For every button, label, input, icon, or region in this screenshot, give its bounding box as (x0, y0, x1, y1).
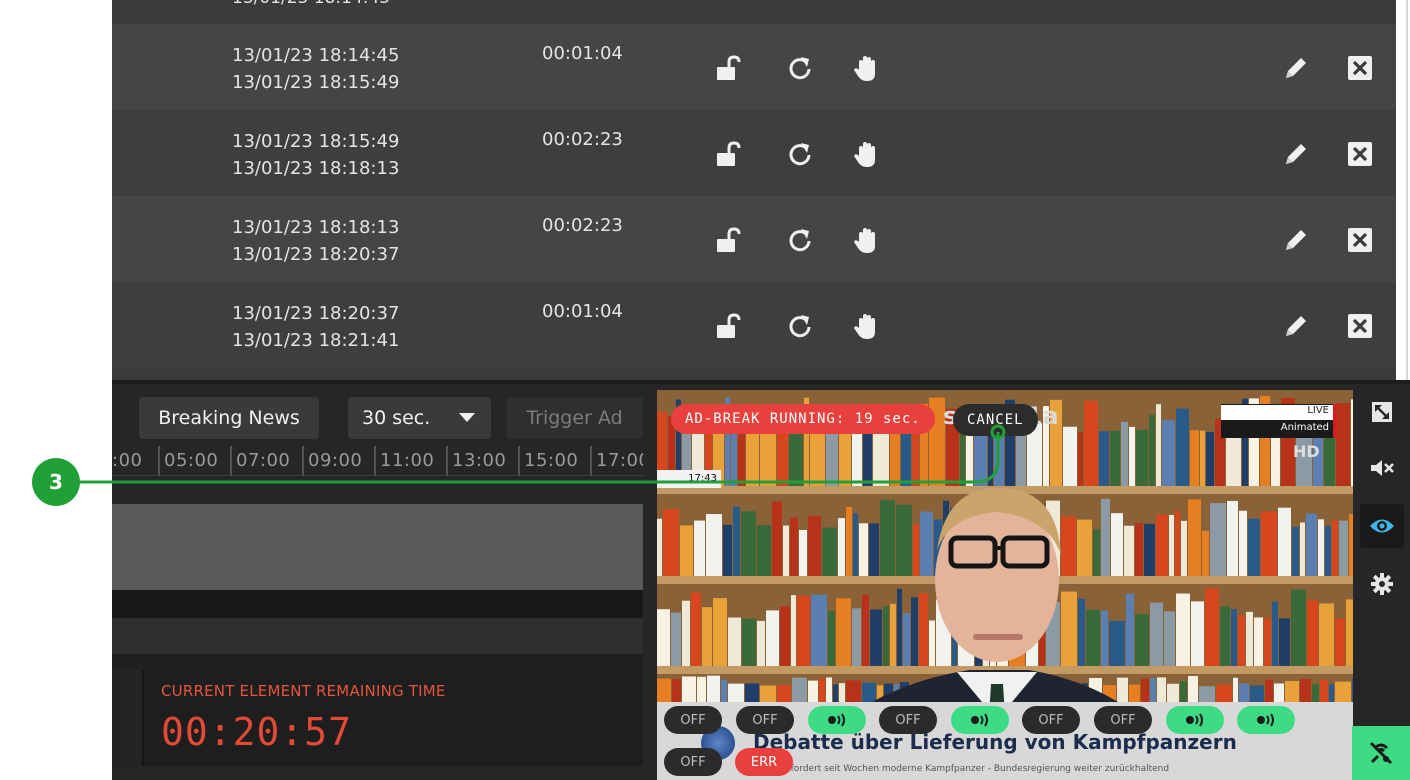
hand-icon[interactable] (852, 312, 880, 340)
duration-select-value: 30 sec. (362, 407, 431, 429)
breaking-news-button[interactable]: Breaking News (139, 397, 319, 439)
row-end-time: 13/01/23 18:18:13 (232, 158, 400, 179)
refresh-icon[interactable] (786, 226, 814, 254)
row-end-time: 13/01/23 18:15:49 (232, 72, 400, 93)
audio-toggle-off[interactable]: OFF (1022, 706, 1080, 734)
row-duration: 00:01:04 (542, 301, 623, 322)
video-preview: 17:43 s 01a AD-BREAK RUNNING: 19 sec. CA… (657, 390, 1353, 780)
pencil-icon[interactable] (1282, 140, 1310, 168)
panel-divider (112, 380, 1410, 384)
row-duration: 00:02:23 (542, 129, 623, 150)
timeline-ruler: :00 05:00 07:00 09:00 11:00 13:00 15:00 17:00 (112, 446, 643, 476)
row-duration: 00:02:23 (542, 215, 623, 236)
timeline-track[interactable] (112, 504, 643, 590)
hd-badge: HD (1293, 442, 1320, 461)
gear-icon[interactable] (1360, 562, 1404, 606)
live-bug-line1: LIVE (1221, 405, 1333, 420)
audio-on-icon[interactable] (1237, 706, 1295, 734)
timeline-tick-label: 05:00 (157, 446, 219, 476)
pencil-icon[interactable] (1282, 54, 1310, 82)
table-row[interactable]: 13/01/23 18:14:45 13/01/23 18:15:49 00:01:… (112, 24, 1396, 110)
eye-icon[interactable] (1360, 504, 1404, 548)
audio-toggle-off[interactable]: OFF (664, 706, 722, 734)
audio-toggle-off[interactable]: OFF (664, 748, 722, 776)
hand-icon[interactable] (852, 54, 880, 82)
broadcast-clock: 17:43 (657, 470, 721, 488)
row-start-time: 13/01/23 18:18:13 (232, 217, 400, 238)
pencil-icon[interactable] (1282, 226, 1310, 254)
audio-toggle-off[interactable]: OFF (879, 706, 937, 734)
close-box-icon[interactable] (1346, 312, 1374, 340)
row-start-time: 13/01/23 18:14:45 (232, 45, 400, 66)
scrollbar[interactable] (1396, 0, 1410, 380)
refresh-icon[interactable] (786, 140, 814, 168)
table-row-partial: 13/01/23 18:14:45 (112, 0, 1396, 24)
remaining-time-stub (112, 670, 144, 766)
refresh-icon[interactable] (786, 312, 814, 340)
annotation-marker: 3 (32, 458, 80, 506)
timeline-tick-label: 13:00 (445, 446, 507, 476)
row-time-range: 13/01/23 18:20:37 13/01/23 18:21:41 (232, 300, 399, 354)
live-bug-line2: Animated (1280, 422, 1329, 433)
refresh-icon[interactable] (786, 54, 814, 82)
schedule-table: 13/01/23 18:14:45 13/01/23 18:14:4513/01… (112, 0, 1396, 380)
pencil-icon[interactable] (1282, 312, 1310, 340)
timeline-track-spacer (112, 654, 643, 670)
ad-break-status-badge: AD-BREAK RUNNING: 19 sec. (671, 404, 935, 434)
hand-icon[interactable] (852, 226, 880, 254)
timeline-tick-label: 17:00 (589, 446, 643, 476)
timeline-tick-label: 15:00 (517, 446, 579, 476)
unlock-icon[interactable] (715, 54, 743, 82)
live-bug-logo: LIVE Animated (1221, 404, 1337, 438)
unlock-icon[interactable] (715, 226, 743, 254)
cancel-ad-break-button[interactable]: CANCEL (953, 404, 1038, 436)
audio-toggle-off[interactable]: OFF (736, 706, 794, 734)
unlock-icon[interactable] (715, 312, 743, 340)
close-box-icon[interactable] (1346, 226, 1374, 254)
timeline-tick-label: 09:00 (301, 446, 363, 476)
timeline-tick-label: 07:00 (229, 446, 291, 476)
unlock-icon[interactable] (715, 140, 743, 168)
error-toggle[interactable]: ERR (735, 748, 793, 776)
audio-toggle-off[interactable]: OFF (1094, 706, 1152, 734)
table-row[interactable]: 13/01/23 18:20:37 13/01/23 18:21:41 00:01:… (112, 282, 1396, 368)
row-time-range: 13/01/23 18:14:45 13/01/23 18:15:49 (232, 42, 399, 96)
caret-down-icon (459, 413, 475, 422)
mute-icon[interactable] (1360, 446, 1404, 490)
row-end-time: 13/01/23 18:20:37 (232, 244, 400, 265)
row-start-time: 13/01/23 18:15:49 (232, 131, 400, 152)
audio-on-icon[interactable] (951, 706, 1009, 734)
preview-toolbar (1355, 390, 1410, 780)
remaining-time-panel: CURRENT ELEMENT REMAINING TIME 00:20:57 (112, 670, 643, 766)
timeline-track-secondary (112, 590, 643, 618)
row-time-range: 13/01/23 18:18:13 13/01/23 18:20:37 (232, 214, 399, 268)
timeline-tick-label: :00 (112, 450, 143, 471)
hand-icon[interactable] (852, 140, 880, 168)
no-signal-icon[interactable] (1352, 726, 1410, 780)
audio-on-icon[interactable] (808, 706, 866, 734)
duration-select[interactable]: 30 sec. (348, 397, 491, 439)
close-box-icon[interactable] (1346, 54, 1374, 82)
remaining-time-value: 00:20:57 (161, 710, 353, 754)
row-end-time: 13/01/23 18:21:41 (232, 330, 400, 351)
trigger-ad-button[interactable]: Trigger Ad (506, 397, 643, 439)
table-row[interactable]: 13/01/23 18:18:13 13/01/23 18:20:37 00:02:… (112, 196, 1396, 282)
timeline-track-tertiary (112, 618, 643, 654)
app-window: 13/01/23 18:14:45 13/01/23 18:14:4513/01… (0, 0, 1410, 780)
expand-icon[interactable] (1360, 390, 1404, 434)
table-row[interactable]: 13/01/23 18:15:49 13/01/23 18:18:13 00:02:… (112, 110, 1396, 196)
row-start-time: 13/01/23 18:20:37 (232, 303, 400, 324)
row-time-range: 13/01/23 18:15:49 13/01/23 18:18:13 (232, 128, 399, 182)
ticker-subline: Ukraine fordert seit Wochen moderne Kamp… (753, 764, 1170, 774)
row-partial-text: 13/01/23 18:14:45 (232, 0, 390, 8)
close-box-icon[interactable] (1346, 140, 1374, 168)
row-duration: 00:01:04 (542, 43, 623, 64)
timeline-tick-label: 11:00 (373, 446, 435, 476)
audio-on-icon[interactable] (1166, 706, 1224, 734)
remaining-time-label: CURRENT ELEMENT REMAINING TIME (161, 682, 446, 700)
